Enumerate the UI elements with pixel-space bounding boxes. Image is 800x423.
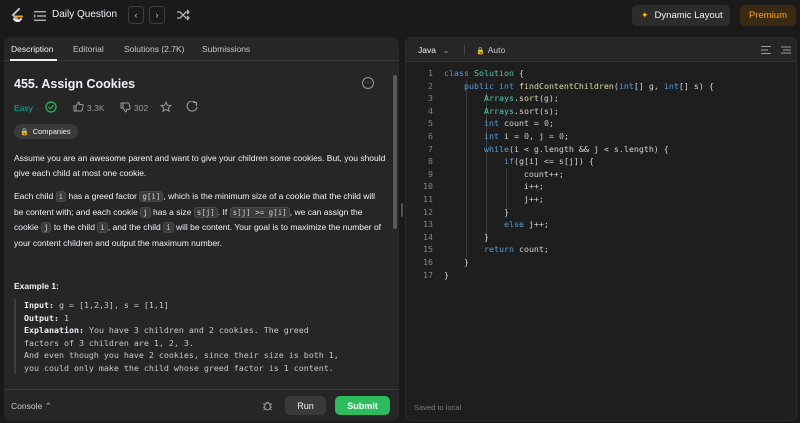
code-line: 11 j++;: [423, 193, 544, 204]
code-line: 12 }: [423, 206, 509, 217]
resize-grip-icon[interactable]: [401, 203, 403, 217]
premium-button[interactable]: Premium: [740, 5, 796, 26]
example-input-label: Input:: [24, 300, 54, 310]
sparkle-icon: ✦: [641, 10, 649, 20]
code-line: 5 int count = 0;: [428, 118, 554, 129]
console-toggle[interactable]: Console ⌃: [11, 401, 52, 412]
dynamic-layout-button[interactable]: ✦ Dynamic Layout: [632, 5, 730, 26]
code-inline: g[i]: [139, 191, 164, 202]
example-output-label: Output:: [24, 312, 59, 323]
tab-editorial[interactable]: Editorial: [73, 44, 104, 54]
star-icon[interactable]: [160, 101, 172, 113]
auto-mode-label: Auto: [487, 45, 506, 55]
share-icon[interactable]: [186, 101, 198, 113]
example-explanation-label: Explanation:: [24, 325, 84, 335]
more-options-icon[interactable]: ···: [362, 77, 374, 89]
shuffle-icon[interactable]: [176, 9, 190, 21]
code-line: 7 while(i < g.length && j < s.length) {: [428, 143, 669, 154]
save-status: Saved to local: [414, 403, 462, 412]
run-button[interactable]: Run: [285, 396, 326, 415]
code-line: 17}: [423, 269, 449, 280]
code-line: 13 else j++;: [423, 219, 549, 230]
code-editor-panel: Java ⌄ 🔒 Auto 1 class Solution { 2 public …: [405, 37, 797, 421]
likes-count: 3.3K: [87, 103, 105, 113]
solved-check-icon: [45, 101, 57, 113]
code-inline: s[j] >= g[i]: [229, 206, 290, 218]
code-line: 8 if(g[i] <= s[j]) {: [428, 156, 594, 167]
example-output-value: 1: [58, 312, 69, 323]
description-scrollbar[interactable]: [393, 75, 397, 229]
description-panel: Description Editorial Solutions (2.7K) S…: [4, 37, 399, 421]
prev-problem-button[interactable]: ‹: [128, 6, 144, 24]
leetcode-logo-icon[interactable]: [8, 7, 26, 25]
example-block: Input: g = [1,2,3], s = [1,1] Output: 1 …: [14, 299, 386, 374]
code-line: 15 return count;: [423, 244, 549, 255]
code-inline: i: [55, 191, 67, 202]
thumbs-down-icon[interactable]: [120, 102, 131, 113]
example-explanation-line: You have 3 children and 2 cookies. The g…: [83, 325, 309, 335]
reset-code-icon[interactable]: [781, 45, 791, 55]
code-inline: j: [40, 222, 52, 233]
toolbar-divider: [464, 45, 465, 55]
example-input-value: g = [1,2,3], s = [1,1]: [53, 300, 169, 310]
difficulty-badge: Easy: [14, 103, 33, 113]
code-inline: i: [163, 222, 174, 233]
code-line: 3 Arrays.sort(g);: [428, 93, 559, 104]
lock-icon: 🔒: [476, 48, 485, 55]
code-line: 10 i++;: [423, 181, 544, 192]
lock-icon: 🔒: [20, 128, 29, 136]
code-line: 4 Arrays.sort(s);: [428, 105, 559, 116]
problem-list-icon[interactable]: [34, 10, 46, 22]
tab-submissions[interactable]: Submissions: [202, 44, 250, 54]
code-line: 1 class Solution {: [428, 68, 524, 78]
code-line: 14 }: [423, 231, 489, 242]
companies-label: Companies: [32, 127, 71, 136]
code-area[interactable]: 1 class Solution { 2 public int findConte…: [406, 68, 796, 282]
chevron-down-icon: ⌄: [442, 45, 450, 55]
example-explanation-line: factors of 3 children are 1, 2, 3.: [24, 337, 194, 348]
thumbs-up-icon[interactable]: [73, 101, 84, 112]
chevron-left-icon: ‹: [134, 10, 138, 20]
problem-title[interactable]: 455. Assign Cookies: [14, 77, 135, 91]
code-line: 6 int i = 0, j = 0;: [428, 130, 569, 141]
example-heading: Example 1:: [14, 281, 59, 291]
tab-description[interactable]: Description: [11, 44, 54, 54]
debug-icon[interactable]: [262, 400, 273, 411]
description-paragraph-1: Assume you are an awesome parent and wan…: [14, 153, 386, 178]
example-explanation-line: you could only make the child whose gree…: [24, 362, 334, 373]
language-selector[interactable]: Java ⌄: [418, 45, 449, 56]
example-explanation-line: And even though you have 2 cookies, sinc…: [24, 350, 339, 360]
format-code-icon[interactable]: [761, 45, 771, 55]
code-inline: s[j]: [193, 206, 218, 218]
action-bar: Console ⌃ Run Submit: [4, 389, 399, 421]
code-inline: j: [140, 206, 151, 218]
description-tabs: Description Editorial Solutions (2.7K) S…: [4, 37, 399, 61]
tab-solutions[interactable]: Solutions (2.7K): [124, 44, 184, 54]
code-line: 16 }: [423, 256, 469, 267]
dislikes-count: 302: [134, 103, 149, 113]
chevron-up-icon: ⌃: [44, 401, 52, 411]
auto-mode-toggle[interactable]: 🔒 Auto: [476, 45, 505, 55]
console-label: Console: [11, 401, 43, 411]
language-selector-label: Java: [418, 45, 436, 55]
submit-button[interactable]: Submit: [335, 396, 390, 415]
companies-tag[interactable]: 🔒 Companies: [14, 124, 78, 139]
code-line: 9 count++;: [428, 168, 564, 179]
editor-toolbar: Java ⌄ 🔒 Auto: [406, 38, 796, 62]
top-navbar: Daily Question ‹ › ✦ Dynamic Layout Prem…: [0, 0, 800, 32]
dynamic-layout-label: Dynamic Layout: [654, 10, 723, 21]
chevron-right-icon: ›: [155, 10, 159, 20]
next-problem-button[interactable]: ›: [149, 6, 165, 24]
description-paragraph-2: Each child i has a greed factor g[i], wh…: [14, 191, 382, 248]
code-inline: i: [97, 222, 108, 233]
active-tab-indicator: [10, 59, 57, 61]
code-line: 2 public int findContentChildren(int[] g…: [428, 80, 714, 91]
daily-question-title[interactable]: Daily Question: [52, 9, 117, 20]
